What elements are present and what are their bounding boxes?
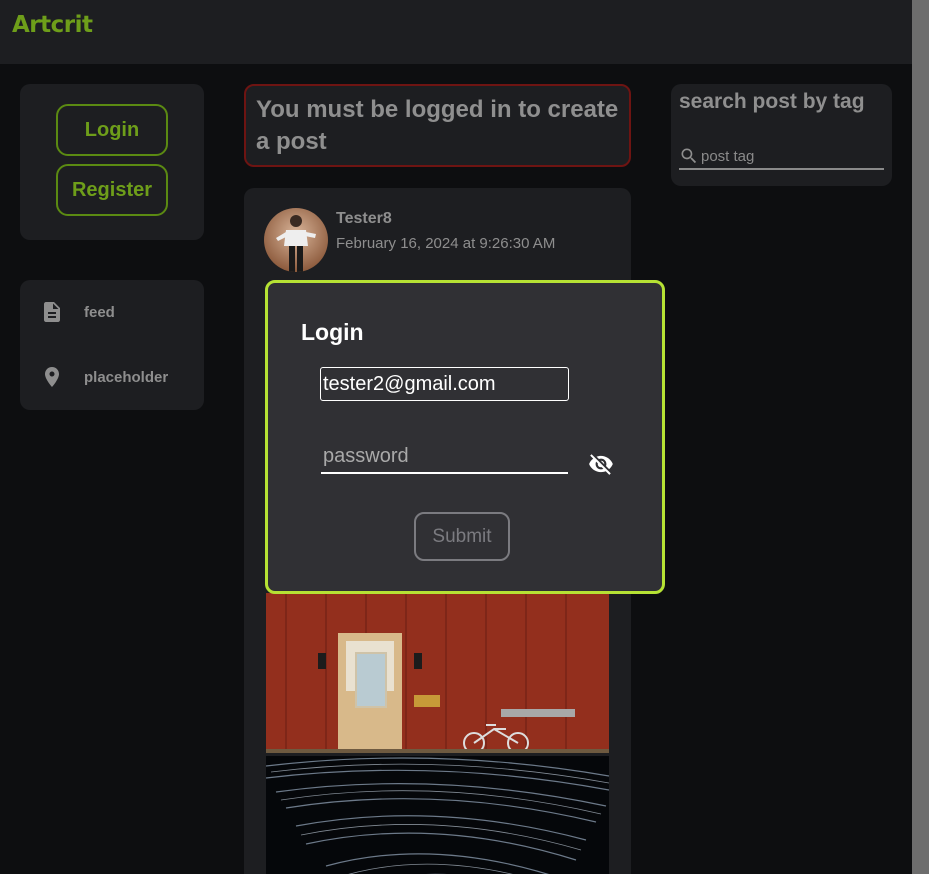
post-timestamp: February 16, 2024 at 9:26:30 AM: [336, 235, 556, 252]
login-required-notice: You must be logged in to create a post: [244, 84, 631, 167]
login-modal: Login Submit: [265, 280, 665, 594]
document-icon: [40, 300, 64, 324]
register-button[interactable]: Register: [56, 164, 168, 216]
auth-panel: Login Register: [20, 84, 204, 240]
sidebar-item-feed[interactable]: feed: [40, 300, 200, 324]
search-icon: [679, 146, 699, 166]
brand-logo[interactable]: Artcrit: [12, 12, 93, 38]
modal-title: Login: [301, 319, 364, 345]
avatar[interactable]: [264, 208, 328, 272]
sidebar-item-label: feed: [84, 303, 115, 321]
page-scrollbar[interactable]: [912, 0, 929, 874]
tag-search-input[interactable]: [701, 147, 881, 165]
tag-search-field[interactable]: [679, 144, 884, 170]
sidebar-nav: feed placeholder: [20, 280, 204, 410]
search-panel-title: search post by tag: [679, 90, 865, 113]
email-field[interactable]: [320, 367, 569, 401]
post-image[interactable]: [266, 593, 609, 754]
password-field[interactable]: [321, 440, 568, 474]
sidebar-item-label: placeholder: [84, 368, 169, 386]
top-bar: Artcrit: [0, 0, 912, 64]
tag-search-panel: search post by tag: [671, 84, 892, 186]
sidebar-item-placeholder[interactable]: placeholder: [40, 365, 200, 389]
post-username[interactable]: Tester8: [336, 210, 392, 228]
eye-off-icon[interactable]: [588, 451, 614, 477]
submit-button[interactable]: Submit: [414, 512, 510, 561]
post-image[interactable]: [265, 756, 610, 874]
location-pin-icon: [40, 365, 64, 389]
login-button[interactable]: Login: [56, 104, 168, 156]
